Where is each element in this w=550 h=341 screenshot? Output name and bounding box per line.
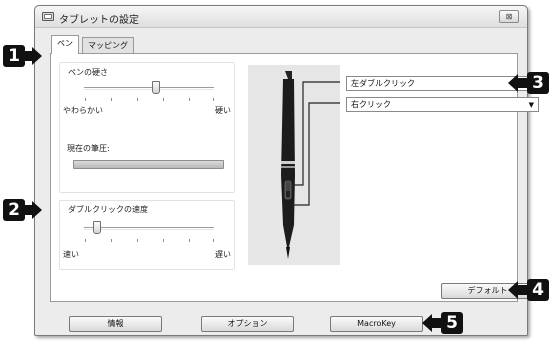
slider-tick <box>111 98 112 101</box>
callout-marker-3: 3 <box>527 72 549 94</box>
callout-marker-2: 2 <box>3 199 25 221</box>
pen-firmness-slider[interactable] <box>151 81 160 94</box>
lower-button-dropdown[interactable]: 右クリック ▼ <box>346 97 539 112</box>
upper-button-value: 左ダブルクリック <box>351 79 415 88</box>
callout-marker-4: 4 <box>527 279 549 301</box>
window-title: タブレットの設定 <box>59 15 139 26</box>
slider-tick <box>111 239 112 242</box>
chevron-down-icon: ▼ <box>528 101 534 109</box>
fast-label: 速い <box>63 250 79 259</box>
slider-tick <box>85 98 86 101</box>
pen-firmness-track <box>84 87 214 90</box>
pen-illustration <box>248 65 340 265</box>
callout-arrow-3 <box>508 74 528 92</box>
info-button[interactable]: 情報 <box>69 316 162 332</box>
pen-firmness-group: ペンの硬さ やわらかい 硬い 現在の筆圧: <box>59 62 235 193</box>
pen-settings-panel: ペンの硬さ やわらかい 硬い 現在の筆圧: ダブルクリックの速度 速い 遅い 左… <box>50 53 539 302</box>
callout-arrow-1 <box>22 47 42 65</box>
pressure-indicator-bar <box>73 160 224 169</box>
macrokey-button[interactable]: MacroKey <box>330 316 423 332</box>
slider-tick <box>137 239 138 242</box>
double-click-speed-slider[interactable] <box>93 221 101 234</box>
soft-label: やわらかい <box>63 106 103 115</box>
callout-marker-5: 5 <box>441 312 463 334</box>
callout-arrow-5 <box>422 314 442 332</box>
tab-pen[interactable]: ペン <box>51 35 79 54</box>
slider-tick <box>85 239 86 242</box>
slider-tick <box>189 98 190 101</box>
double-click-speed-track <box>84 227 214 230</box>
slider-tick <box>137 98 138 101</box>
callout-arrow-4 <box>508 281 528 299</box>
slider-tick <box>213 239 214 242</box>
close-button[interactable]: ⊠ <box>499 10 519 23</box>
tablet-icon <box>42 12 54 21</box>
title-bar: タブレットの設定 ⊠ <box>35 6 527 28</box>
options-button[interactable]: オプション <box>201 316 294 332</box>
slider-tick <box>163 239 164 242</box>
slow-label: 遅い <box>215 250 231 259</box>
lower-button-value: 右クリック <box>351 100 391 109</box>
callout-arrow-2 <box>22 201 42 219</box>
tab-mapping[interactable]: マッピング <box>82 37 134 53</box>
hard-label: 硬い <box>215 106 231 115</box>
pen-firmness-label: ペンの硬さ <box>68 68 108 77</box>
slider-tick <box>189 239 190 242</box>
double-click-speed-label: ダブルクリックの速度 <box>68 205 148 214</box>
slider-tick <box>163 98 164 101</box>
tablet-settings-window: タブレットの設定 ⊠ ペン マッピング ペンの硬さ やわらかい 硬い 現在の筆圧… <box>34 5 539 336</box>
slider-tick <box>213 98 214 101</box>
double-click-speed-group: ダブルクリックの速度 速い 遅い <box>59 200 235 270</box>
callout-marker-1: 1 <box>3 45 25 67</box>
current-pressure-label: 現在の筆圧: <box>67 144 110 153</box>
